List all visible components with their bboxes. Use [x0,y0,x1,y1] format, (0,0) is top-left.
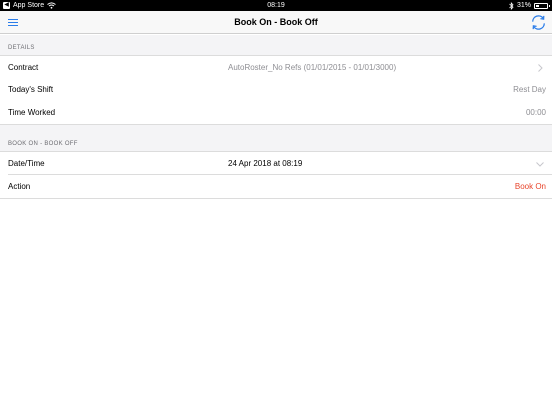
status-time: 08:19 [267,2,285,9]
battery-fill [536,4,540,7]
navigation-bar: Book On - Book Off [0,11,552,34]
book-on-action[interactable]: Book On [515,175,546,199]
todays-shift-row: Today's Shift Rest Day [0,78,552,102]
time-worked-row: Time Worked 00:00 [0,101,552,125]
refresh-icon[interactable] [530,14,547,31]
bluetooth-icon [509,1,514,10]
date-time-value: 24 Apr 2018 at 08:19 [228,159,303,168]
date-time-row[interactable]: Date/Time 24 Apr 2018 at 08:19 [0,151,552,175]
contract-row[interactable]: Contract AutoRoster_No Refs (01/01/2015 … [0,55,552,79]
action-label: Action [8,182,31,191]
contract-value: AutoRoster_No Refs (01/01/2015 - 01/01/3… [228,63,397,72]
book-section-header: BOOK ON - BOOK OFF [0,125,552,151]
book-header-label: BOOK ON - BOOK OFF [8,141,78,147]
page-title: Book On - Book Off [234,17,318,27]
date-time-label: Date/Time [8,159,45,168]
battery-percent: 31% [516,2,531,9]
chevron-down-icon[interactable] [536,160,544,168]
battery-icon [534,2,550,9]
todays-shift-value: Rest Day [513,85,546,94]
status-right: 31% [509,0,550,11]
details-section-header: DETAILS [0,35,552,55]
chevron-right-icon [538,64,543,72]
todays-shift-label: Today's Shift [8,85,54,94]
row-divider [0,198,552,199]
time-worked-label: Time Worked [8,108,56,117]
contract-label: Contract [8,63,39,72]
status-bar: ◀ App Store 08:19 31% [0,0,552,11]
action-row[interactable]: Action Book On [0,175,552,199]
details-header-label: DETAILS [8,45,35,51]
time-worked-value: 00:00 [525,108,546,117]
